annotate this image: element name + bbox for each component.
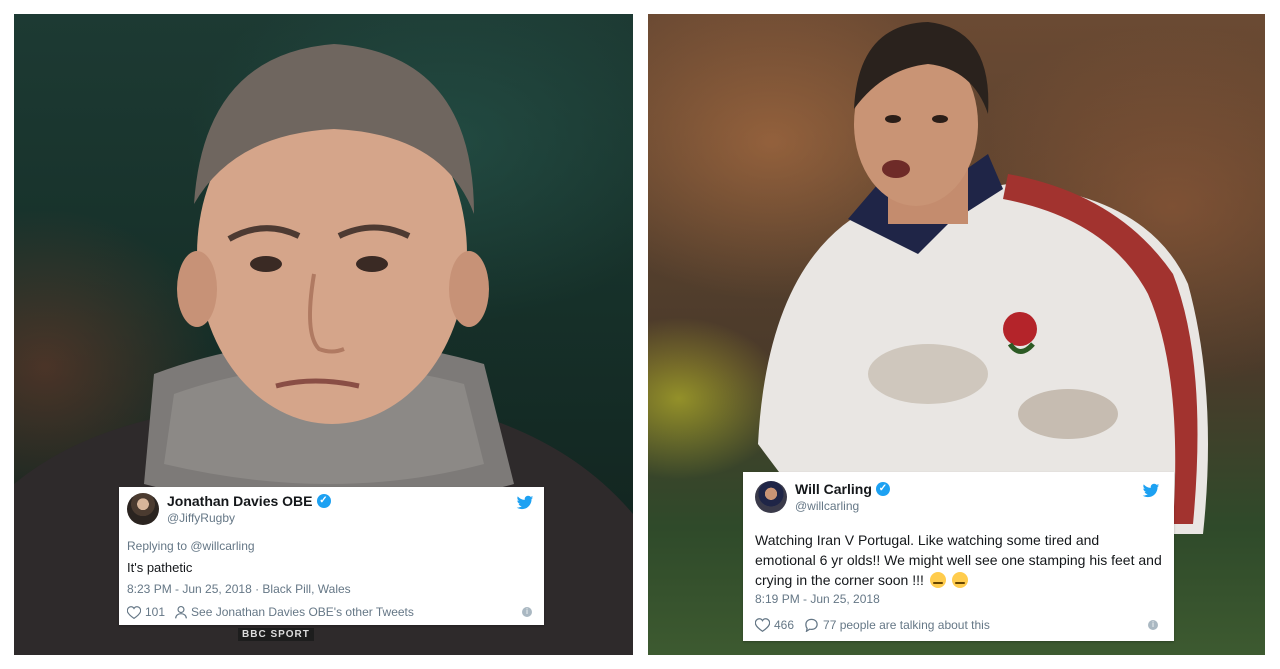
author-name[interactable]: Jonathan Davies OBE <box>167 493 313 509</box>
other-tweets-label: See Jonathan Davies OBE's other Tweets <box>191 605 414 619</box>
verified-icon: ✓ <box>316 494 331 508</box>
avatar[interactable] <box>755 481 787 513</box>
rolling-eyes-emoji-icon <box>929 572 946 588</box>
avatar[interactable] <box>127 493 159 525</box>
conversation-link[interactable]: 77 people are talking about this <box>804 618 990 632</box>
like-button[interactable]: 101 <box>127 605 165 619</box>
author-handle[interactable]: @willcarling <box>795 499 890 513</box>
tweet-text: Watching Iran V Portugal. Like watching … <box>755 530 1162 590</box>
tweet-card-jonathan-davies[interactable]: Jonathan Davies OBE ✓ @JiffyRugby Replyi… <box>119 487 544 625</box>
author-name[interactable]: Will Carling <box>795 481 872 497</box>
twitter-bird-icon[interactable] <box>516 495 534 511</box>
comment-icon <box>805 618 818 632</box>
tweet-header: Jonathan Davies OBE ✓ @JiffyRugby <box>127 493 536 525</box>
author-handle[interactable]: @JiffyRugby <box>167 511 331 525</box>
tweet-card-will-carling[interactable]: Will Carling ✓ @willcarling Watching Ira… <box>743 472 1174 641</box>
replying-to[interactable]: Replying to @willcarling <box>127 539 536 553</box>
tweet-actions: 101 See Jonathan Davies OBE's other Twee… <box>127 605 536 619</box>
talking-label: 77 people are talking about this <box>823 618 990 632</box>
info-icon[interactable]: i <box>1148 620 1158 630</box>
like-count: 466 <box>774 618 795 632</box>
tweet-timestamp[interactable]: 8:23 PM - Jun 25, 2018 · Black Pill, Wal… <box>127 582 536 596</box>
like-count: 101 <box>145 605 166 619</box>
tweet-header: Will Carling ✓ @willcarling <box>755 481 1162 513</box>
heart-icon <box>127 605 141 619</box>
tweet-timestamp[interactable]: 8:19 PM - Jun 25, 2018 <box>755 592 1162 606</box>
bbc-sport-logo: BBC SPORT <box>238 628 314 641</box>
info-icon[interactable]: i <box>522 607 532 617</box>
verified-icon: ✓ <box>875 482 890 496</box>
rolling-eyes-emoji-icon <box>951 572 968 588</box>
like-button[interactable]: 466 <box>755 618 794 632</box>
person-icon <box>175 605 187 618</box>
heart-icon <box>755 618 770 632</box>
other-tweets-link[interactable]: See Jonathan Davies OBE's other Tweets <box>175 605 414 619</box>
twitter-bird-icon[interactable] <box>1142 483 1160 499</box>
tweet-actions: 466 77 people are talking about this i <box>755 618 1162 632</box>
tweet-text: It's pathetic <box>127 560 193 575</box>
